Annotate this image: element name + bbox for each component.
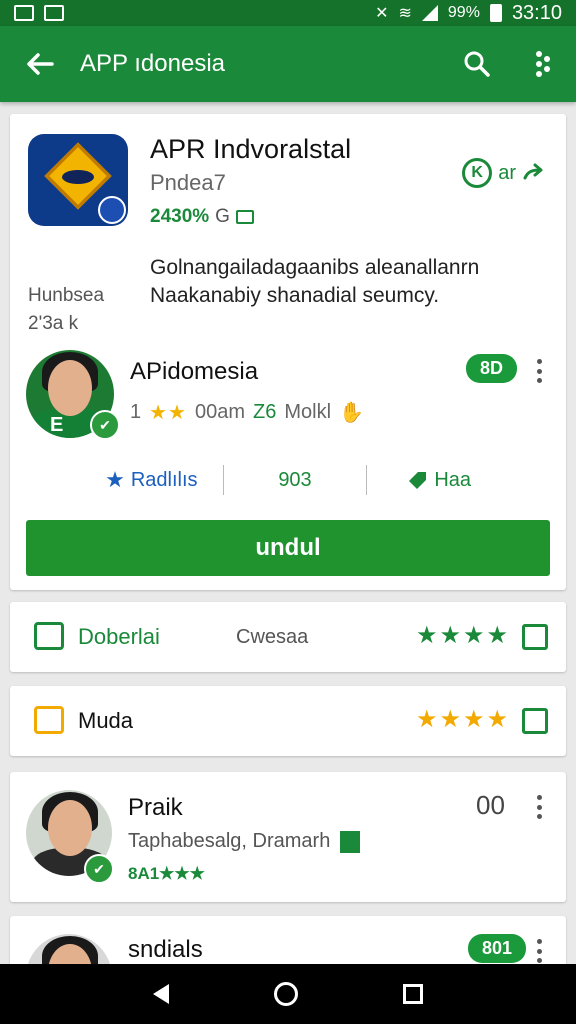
battery-icon (489, 4, 502, 22)
review-more-button[interactable] (528, 792, 550, 822)
category-row-label: Doberlai (78, 624, 160, 649)
verified-badge-icon: ✔ (84, 854, 114, 884)
back-button[interactable] (0, 26, 80, 102)
install-button[interactable]: undul (26, 520, 550, 576)
tag-stat-label: Haa (434, 468, 472, 491)
share-label: ar (498, 161, 516, 184)
publisher-meta-prefix: 1 (130, 401, 142, 423)
navigation-bar (0, 964, 576, 1024)
vote-indicator[interactable]: 00 (476, 790, 505, 821)
publisher-meta-text: 00am (194, 401, 246, 423)
battery-percent: 99% (447, 4, 480, 21)
reviewer-name: Praik (128, 794, 183, 821)
overflow-menu-button[interactable] (510, 26, 576, 102)
publisher-stars: ★★ (149, 402, 187, 424)
side-meta: Hunbsea 2'3a k (28, 282, 104, 338)
verified-badge-icon: ✔ (90, 410, 120, 440)
app-subtitle: Pndea7 (150, 170, 226, 195)
tag-icon (409, 472, 427, 489)
nav-back-icon[interactable] (152, 984, 169, 1004)
reviewer-rating: 8A1★★★ (128, 864, 205, 883)
description-line-2: Naakanabiy shanadial seumcy. (150, 284, 440, 307)
more-vertical-icon (536, 51, 550, 77)
category-row[interactable]: Muda ★★★★ (10, 686, 566, 756)
app-rating: 2430% G (150, 206, 254, 228)
app-bar-title: APP ıdonesia (80, 50, 225, 77)
badge-icon (339, 830, 360, 853)
reviewer-subtitle-text: Taphabesalg, Dramarh (128, 830, 331, 852)
rating-stat[interactable]: ★ Radlılıs (80, 467, 223, 493)
edit-icon[interactable] (522, 708, 548, 734)
app-description: Golnangailadagaanibs aleanallanrn Naakan… (150, 254, 550, 310)
publisher-meta-tail: Molkl (284, 401, 332, 423)
app-rating-suffix: G (215, 206, 230, 227)
app-title: APR Indvoralstal (150, 134, 352, 164)
review-more-button[interactable] (528, 936, 550, 966)
publisher-more-button[interactable] (528, 356, 550, 386)
description-line-1: Golnangailadagaanibs aleanallanrn (150, 256, 480, 279)
reviewer-badge: 801 (468, 934, 527, 963)
review-card: ✔ Praik Taphabesalg, Dramarh 8A1★★★ 00 (10, 772, 566, 902)
arrow-back-icon (27, 53, 54, 75)
reviewer-name: sndials (128, 936, 203, 963)
mute-icon: ✕ (375, 5, 389, 22)
signal-icon (421, 5, 438, 21)
publisher-badge: 8D (466, 354, 518, 383)
nav-home-icon[interactable] (273, 982, 298, 1006)
thumbs-up-icon: ✋ (339, 402, 364, 424)
category-row-middle: Cwesaa (236, 626, 309, 648)
tag-stat[interactable]: Haa (367, 469, 510, 492)
wifi-icon: ≋ (398, 5, 412, 22)
app-bar: APP ıdonesia (0, 26, 576, 102)
publisher-meta-green: Z6 (253, 401, 277, 423)
category-row-stars: ★★★★ (415, 706, 510, 733)
count-stat-label: 903 (278, 468, 312, 491)
star-icon: ★ (105, 467, 125, 492)
stats-row: ★ Radlılıs 903 Haa (80, 458, 510, 502)
status-bar: ✕ ≋ 99% 33:10 (0, 0, 576, 26)
edit-icon[interactable] (522, 624, 548, 650)
app-icon[interactable] (28, 134, 128, 226)
category-row-stars: ★★★★ (415, 622, 510, 649)
publisher-avatar-badge: E (50, 414, 64, 436)
search-button[interactable] (444, 26, 510, 102)
share-arrow-icon (523, 163, 543, 180)
publisher-name[interactable]: APidomesia (130, 358, 258, 386)
notification-icon (14, 5, 34, 21)
reviewer-subtitle: Taphabesalg, Dramarh (128, 830, 360, 853)
category-row[interactable]: Doberlai Cwesaa ★★★★ (10, 602, 566, 672)
category-row-label: Muda (78, 708, 134, 733)
gift-icon (34, 622, 64, 650)
side-meta-value: 2'3a k (28, 313, 79, 334)
share-ring: K (462, 158, 493, 188)
count-stat: 903 (224, 469, 367, 492)
clock: 33:10 (511, 1, 562, 24)
rating-stat-label: Radlılıs (130, 468, 198, 491)
app-rating-text: 2430% (150, 206, 210, 227)
notification-icon (44, 5, 64, 21)
nav-recents-icon[interactable] (403, 984, 424, 1004)
share-button[interactable]: K ar (462, 158, 548, 188)
flag-icon (98, 196, 126, 224)
folder-icon (34, 706, 64, 734)
search-icon (464, 51, 490, 77)
side-meta-label: Hunbsea (28, 285, 105, 306)
publisher-meta: 1 ★★ 00am Z6 Molkl ✋ (130, 400, 364, 425)
badge-icon (235, 210, 254, 224)
app-detail-card: APR Indvoralstal Pndea7 2430% G K ar Gol… (10, 114, 566, 590)
